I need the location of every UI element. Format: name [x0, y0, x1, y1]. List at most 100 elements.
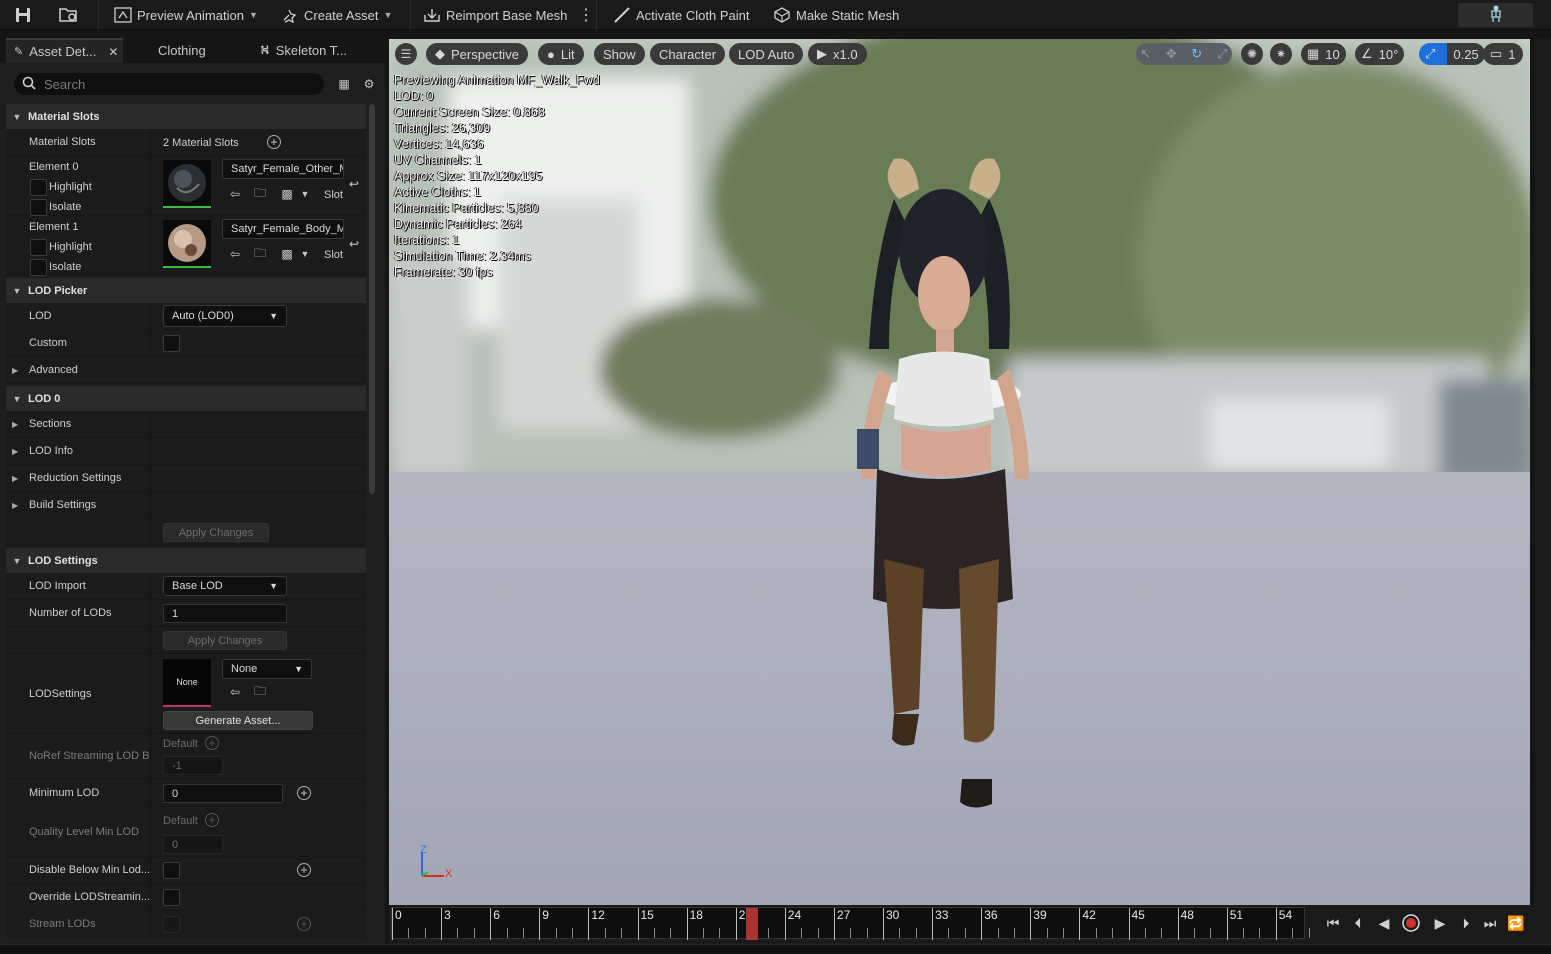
row-reduction-settings[interactable]: ▶ Reduction Settings — [6, 465, 366, 492]
step-back-icon[interactable]: ⏴ — [1348, 913, 1368, 933]
close-icon[interactable]: ✕ — [108, 45, 118, 59]
skip-to-end-icon[interactable]: ⏭ — [1480, 913, 1500, 933]
chevron-down-icon[interactable]: ▼ — [297, 246, 313, 262]
reimport-base-mesh-button[interactable]: Reimport Base Mesh — [423, 3, 567, 27]
skip-to-start-icon[interactable]: ⏮ — [1323, 913, 1343, 933]
perspective-button[interactable]: ◆ Perspective — [426, 43, 528, 65]
category-lod-settings[interactable]: ▼ LOD Settings — [6, 548, 366, 573]
lodsettings-select[interactable]: None ▼ — [222, 659, 312, 679]
custom-checkbox[interactable] — [163, 335, 180, 352]
search-input[interactable]: Search — [14, 73, 324, 95]
table-view-icon[interactable]: ▦ — [336, 76, 352, 92]
surface-snap-icon[interactable]: ✷ — [1270, 43, 1292, 65]
character-button[interactable]: Character — [650, 43, 726, 65]
scale-icon[interactable]: ⤢ — [1213, 46, 1233, 62]
reset-arrow-icon[interactable]: ↩ — [346, 176, 362, 192]
stream-lods-checkbox[interactable] — [163, 916, 180, 933]
preview-animation-button[interactable]: Preview Animation ▼ — [114, 3, 258, 27]
generate-asset-button[interactable]: Generate Asset... — [163, 711, 313, 730]
add-slot-icon[interactable]: + — [267, 135, 281, 149]
timeline-frame-label: 27 — [833, 908, 850, 940]
add-override-icon[interactable]: + — [297, 863, 311, 877]
category-material-slots[interactable]: ▼ Material Slots — [6, 104, 366, 129]
record-icon[interactable] — [1401, 913, 1421, 933]
playback-speed-button[interactable]: ▶ x1.0 — [808, 43, 867, 65]
save-icon[interactable] — [14, 3, 32, 27]
details-scrollbar[interactable] — [369, 104, 375, 494]
reset-arrow-icon[interactable]: ↩ — [346, 236, 362, 252]
add-override-icon[interactable]: + — [205, 813, 219, 827]
isolate-checkbox[interactable] — [30, 199, 47, 216]
apply-changes-button[interactable]: Apply Changes — [163, 631, 287, 650]
add-override-icon[interactable]: + — [205, 736, 219, 750]
step-forward-icon[interactable]: ⏵ — [1456, 913, 1476, 933]
use-selected-icon[interactable]: ⇦ — [227, 684, 243, 700]
browse-folder-icon[interactable]: 🗀 — [252, 246, 268, 262]
tab-asset-details[interactable]: ✎ Asset Det... ✕ — [6, 38, 123, 63]
material-thumbnail-1[interactable] — [163, 220, 211, 268]
sphere-icon: ● — [547, 46, 555, 62]
quality-level-field[interactable]: 0 — [163, 835, 223, 854]
material-thumbnail-0[interactable] — [163, 160, 211, 208]
category-lod-0[interactable]: ▼ LOD 0 — [6, 386, 366, 411]
noref-streaming-field[interactable]: -1 — [163, 756, 223, 775]
tab-clothing[interactable]: Clothing — [150, 38, 250, 63]
activate-cloth-paint-button[interactable]: Activate Cloth Paint — [613, 3, 749, 27]
viewport[interactable]: ☰ ◆ Perspective ● Lit Show Character LOD A… — [389, 39, 1530, 905]
select-icon[interactable]: ↖ — [1136, 46, 1156, 62]
minimum-lod-field[interactable]: 0 — [163, 784, 283, 803]
highlight-checkbox[interactable] — [30, 239, 47, 256]
angle-snap-button[interactable]: ∠ 10° — [1355, 43, 1405, 65]
lodsettings-thumbnail[interactable]: None — [163, 659, 211, 707]
lod-auto-button[interactable]: LOD Auto — [729, 43, 804, 65]
browse-asset-icon[interactable] — [58, 3, 80, 27]
playhead[interactable] — [746, 908, 759, 940]
more-options-icon[interactable]: ⋮ — [578, 3, 594, 27]
hamburger-menu-icon[interactable]: ☰ — [395, 43, 417, 65]
camera-speed-button[interactable]: ▭ 1 — [1483, 43, 1523, 65]
lit-button[interactable]: ● Lit — [538, 43, 584, 65]
row-advanced[interactable]: ▶ Advanced — [6, 357, 366, 384]
move-icon[interactable]: ✥ — [1162, 46, 1182, 62]
browse-folder-icon[interactable]: 🗀 — [252, 186, 268, 202]
category-lod-picker[interactable]: ▼ LOD Picker — [6, 278, 366, 303]
show-button[interactable]: Show — [594, 43, 645, 65]
play-reverse-icon[interactable]: ◀ — [1374, 913, 1394, 933]
scale-snap-button[interactable]: ⤢ 0.25 — [1419, 43, 1485, 65]
row-material-slots: Material Slots 2 Material Slots + — [6, 129, 366, 156]
number-of-lods-field[interactable]: 1 — [163, 604, 287, 623]
world-space-icon[interactable]: ✺ — [1241, 43, 1263, 65]
row-build-settings[interactable]: ▶ Build Settings — [6, 492, 366, 519]
row-lod-info[interactable]: ▶ LOD Info — [6, 438, 366, 465]
skeleton-mode-button[interactable] — [1458, 3, 1533, 27]
scale-snap-value: 0.25 — [1447, 43, 1485, 65]
material-select-1[interactable]: Satyr_Female_Body_M — [222, 219, 344, 239]
chevron-down-icon[interactable]: ▼ — [297, 186, 313, 202]
checker-icon[interactable]: ▩ — [279, 246, 295, 262]
play-icon[interactable]: ▶ — [1430, 913, 1450, 933]
use-selected-icon[interactable]: ⇦ — [227, 186, 243, 202]
rotate-icon[interactable]: ↻ — [1187, 46, 1207, 62]
lod-import-select[interactable]: Base LOD ▼ — [163, 576, 287, 596]
add-override-icon[interactable]: + — [297, 786, 311, 800]
disable-below-checkbox[interactable] — [163, 862, 180, 879]
use-selected-icon[interactable]: ⇦ — [227, 246, 243, 262]
override-streaming-checkbox[interactable] — [163, 889, 180, 906]
add-override-icon[interactable]: + — [297, 917, 311, 931]
apply-changes-button[interactable]: Apply Changes — [163, 523, 269, 542]
row-sections[interactable]: ▶ Sections — [6, 411, 366, 438]
lod-select[interactable]: Auto (LOD0) ▼ — [163, 305, 287, 327]
gear-icon[interactable]: ⚙ — [361, 76, 377, 92]
highlight-checkbox[interactable] — [30, 179, 47, 196]
isolate-checkbox[interactable] — [30, 259, 47, 276]
right-collapsed-panel[interactable] — [1535, 39, 1551, 905]
loop-icon[interactable]: 🔁 — [1506, 913, 1526, 933]
material-select-0[interactable]: Satyr_Female_Other_M — [222, 159, 344, 179]
browse-folder-icon[interactable]: 🗀 — [252, 684, 268, 700]
create-asset-button[interactable]: Create Asset ▼ — [281, 3, 392, 27]
make-static-mesh-button[interactable]: Make Static Mesh — [773, 3, 899, 27]
checker-icon[interactable]: ▩ — [279, 186, 295, 202]
tab-skeleton-tree[interactable]: ⛕ Skeleton T... — [252, 38, 372, 63]
timeline-scrubber[interactable]: 0369121518212427303336394245485154 — [391, 907, 1310, 940]
grid-snap-button[interactable]: ▦ 10 — [1301, 43, 1346, 65]
